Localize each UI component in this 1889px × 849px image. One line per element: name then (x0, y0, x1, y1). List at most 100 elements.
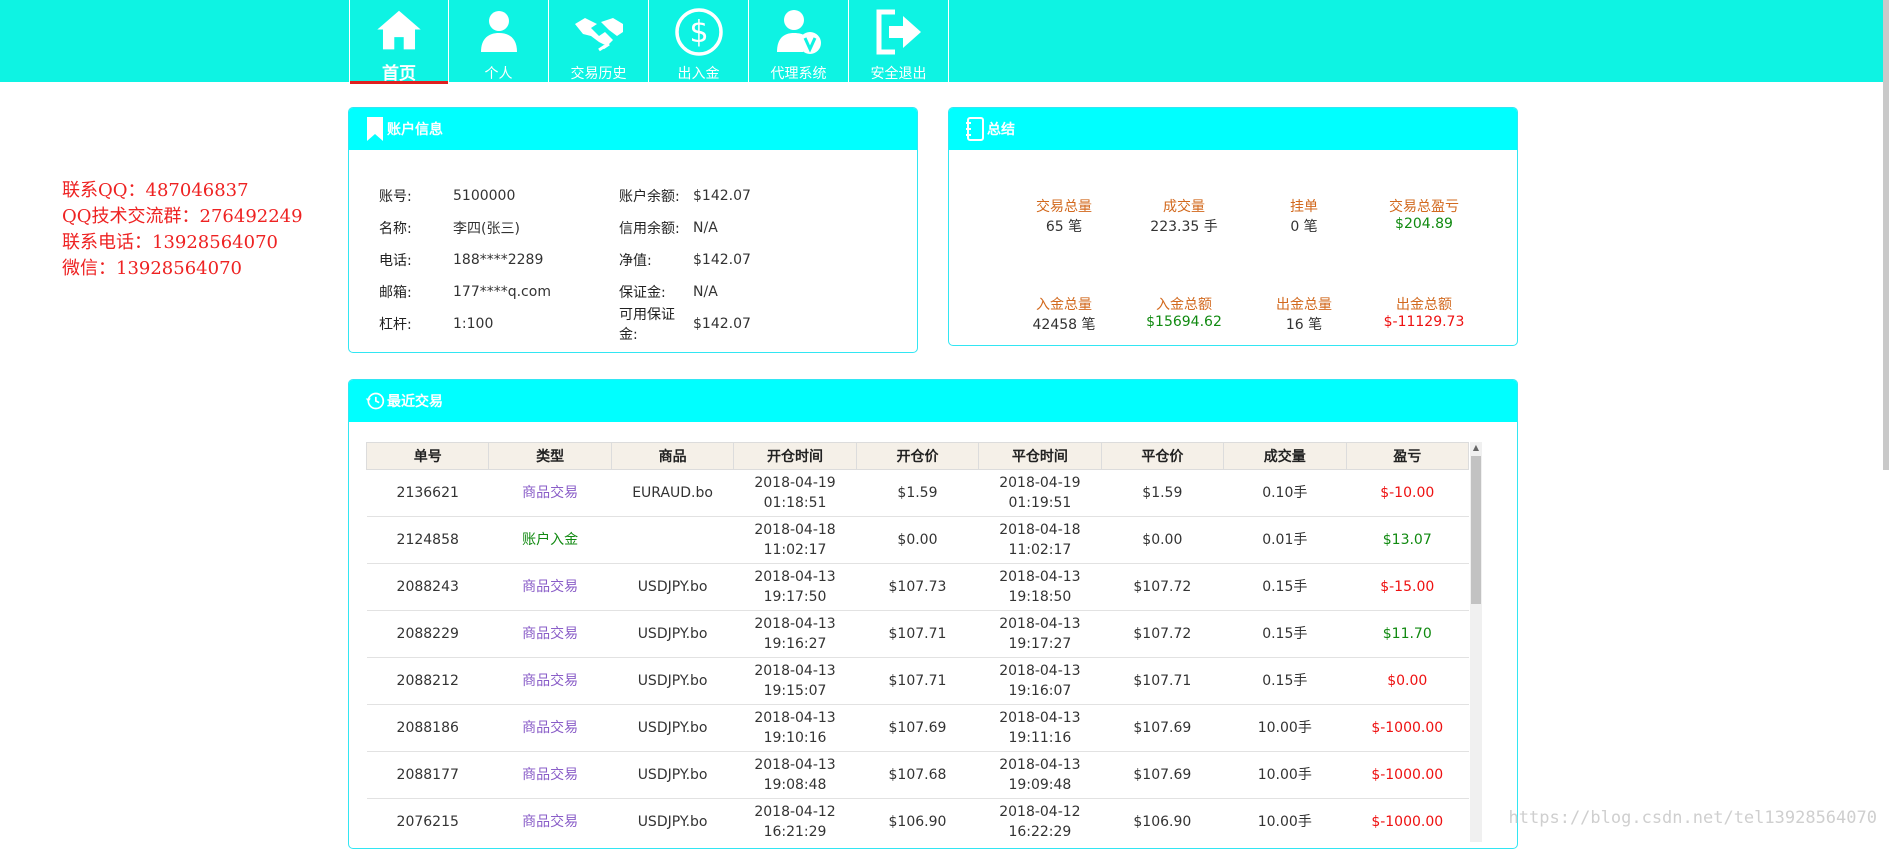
table-cell: 2088229 (366, 610, 489, 658)
acc-value: $142.07 (693, 188, 751, 204)
recent-trades-title: 最近交易 (387, 394, 443, 410)
cell-text: 19:09:48 (1008, 777, 1072, 793)
scroll-up-icon[interactable]: ▲ (1470, 442, 1482, 454)
table-cell: $107.72 (1101, 610, 1224, 658)
cell-text: $106.90 (888, 814, 947, 830)
cell-text: EURAUD.bo (632, 485, 713, 501)
table-cell: 商品交易 (488, 563, 612, 611)
cell-text: $107.72 (1133, 579, 1192, 595)
cell-text: 2018-04-13 (999, 569, 1081, 585)
cell-text: 19:15:07 (763, 683, 827, 699)
table-row[interactable]: 2088229 商品交易 USDJPY.bo 2018-04-13 19:16:27 $1… (366, 610, 1469, 658)
table-row[interactable]: 2088177 商品交易 USDJPY.bo 2018-04-13 19:08:48 $1… (366, 751, 1469, 799)
nav-logout[interactable]: 安全退出 (849, 0, 949, 84)
summary-value: $-11129.73 (1383, 314, 1465, 330)
nav-home-label: 首页 (382, 64, 416, 84)
table-cell: 商品交易 (488, 657, 612, 705)
cell-text: 2018-04-13 (999, 710, 1081, 726)
acc-label: 账号: (379, 189, 412, 205)
cell-text: $0.00 (897, 532, 938, 548)
table-cell: 2018-04-13 19:08:48 (733, 751, 857, 799)
table-cell: $107.69 (856, 704, 979, 752)
cell-text: $107.71 (888, 673, 947, 689)
history-clock-icon (365, 392, 385, 410)
cell-text: 商品交易 (522, 579, 579, 595)
cell-text: 商品交易 (522, 626, 579, 642)
cell-text: 2088186 (396, 720, 459, 736)
table-cell: 10.00手 (1223, 704, 1346, 752)
contact-info: 联系QQ：487046837 QQ技术交流群：276492249 联系电话：13… (62, 178, 303, 282)
summary-value: 0 笔 (1290, 219, 1318, 235)
nav-deposit-withdraw[interactable]: $ 出入金 (649, 0, 749, 84)
nav-trade-history-label: 交易历史 (570, 66, 627, 82)
acc-value: N/A (693, 284, 718, 300)
cell-text: $107.69 (1133, 767, 1192, 783)
table-cell: $13.07 (1346, 516, 1469, 564)
cell-text: 19:16:07 (1008, 683, 1072, 699)
nav-personal[interactable]: 个人 (449, 0, 549, 84)
table-cell: 0.15手 (1223, 610, 1346, 658)
cell-text: 2018-04-18 (999, 522, 1081, 538)
table-cell: 2018-04-13 19:17:27 (978, 610, 1102, 658)
table-row[interactable]: 2088186 商品交易 USDJPY.bo 2018-04-13 19:10:16 $1… (366, 704, 1469, 752)
nav-agent-system[interactable]: 代理系统 (749, 0, 849, 84)
account-info-title: 账户信息 (387, 122, 443, 138)
table-row[interactable]: 2076215 商品交易 USDJPY.bo 2018-04-12 16:21:29 $1… (366, 798, 1469, 842)
table-cell: $107.73 (856, 563, 979, 611)
recent-trades-panel: 最近交易 单号 类型 商品 开仓时间 开仓价 平仓时间 平仓价 成交量 盈亏 2136621 商品… (348, 379, 1518, 849)
nav-home[interactable]: 首页 (349, 0, 449, 84)
acc-value: 李四(张三) (453, 221, 520, 237)
page-scrollbar[interactable] (1883, 0, 1889, 470)
cell-text: $11.70 (1382, 626, 1432, 642)
cell-text: USDJPY.bo (637, 814, 708, 830)
acc-label: 名称: (379, 221, 412, 237)
cell-text: 19:17:27 (1008, 636, 1072, 652)
table-cell: 账户入金 (488, 516, 612, 564)
table-cell (611, 516, 734, 564)
scrollbar-thumb[interactable] (1471, 456, 1481, 604)
acc-label: 净值: (619, 253, 652, 269)
acc-value: 1:100 (453, 316, 494, 332)
acc-label: 保证金: (619, 285, 666, 301)
table-cell: 2076215 (366, 798, 489, 842)
acc-label: 杠杆: (379, 317, 412, 333)
cell-text: 19:10:16 (763, 730, 827, 746)
cell-text: 商品交易 (522, 767, 579, 783)
table-body: 2136621 商品交易 EURAUD.bo 2018-04-19 01:18:51 $1… (366, 469, 1469, 842)
contact-phone: 联系电话：13928564070 (62, 232, 278, 253)
main-nav: 首页 个人 交易历史 $ 出入金 代理系统 安全退出 (349, 0, 949, 84)
table-scrollbar[interactable]: ▲ (1470, 442, 1482, 842)
table-cell: $-1000.00 (1346, 704, 1469, 752)
table-cell: 商品交易 (488, 610, 612, 658)
cell-text: 0.15手 (1262, 626, 1308, 642)
cell-text: 10.00手 (1257, 720, 1312, 736)
cell-text: 19:18:50 (1008, 589, 1072, 605)
table-cell: $-15.00 (1346, 563, 1469, 611)
table-cell: $107.71 (856, 610, 979, 658)
summary-label: 出金总额 (1396, 297, 1452, 313)
table-cell: 2088212 (366, 657, 489, 705)
table-row[interactable]: 2088212 商品交易 USDJPY.bo 2018-04-13 19:15:07 $1… (366, 657, 1469, 705)
table-cell: 2018-04-19 01:19:51 (978, 469, 1102, 517)
summary-label: 入金总额 (1156, 297, 1212, 313)
table-cell: 2136621 (366, 469, 489, 517)
nav-trade-history[interactable]: 交易历史 (549, 0, 649, 84)
table-row[interactable]: 2136621 商品交易 EURAUD.bo 2018-04-19 01:18:51 $1… (366, 469, 1469, 517)
table-cell: 2018-04-13 19:11:16 (978, 704, 1102, 752)
table-cell: $-1000.00 (1346, 798, 1469, 842)
cell-text: 16:21:29 (763, 824, 827, 840)
contact-qq-group: QQ技术交流群：276492249 (62, 206, 303, 227)
cell-text: $-10.00 (1380, 485, 1435, 501)
summary-value: 65 笔 (1045, 219, 1083, 235)
cell-text: 2018-04-18 (754, 522, 836, 538)
acc-value: $142.07 (693, 316, 751, 332)
cell-text: 2018-04-13 (754, 710, 836, 726)
account-info-panel: 账户信息 账号: 5100000 账户余额: $142.07 名称: 李四(张三… (348, 107, 918, 353)
cell-text: 2018-04-13 (754, 616, 836, 632)
table-row[interactable]: 2124858 账户入金 2018-04-18 11:02:17 $0.00 2018-0… (366, 516, 1469, 564)
table-cell: USDJPY.bo (611, 798, 734, 842)
recent-trades-table: 单号 类型 商品 开仓时间 开仓价 平仓时间 平仓价 成交量 盈亏 2136621 商品交易 EUR… (366, 442, 1469, 842)
table-cell: $11.70 (1346, 610, 1469, 658)
table-cell: $107.71 (856, 657, 979, 705)
table-row[interactable]: 2088243 商品交易 USDJPY.bo 2018-04-13 19:17:50 $1… (366, 563, 1469, 611)
